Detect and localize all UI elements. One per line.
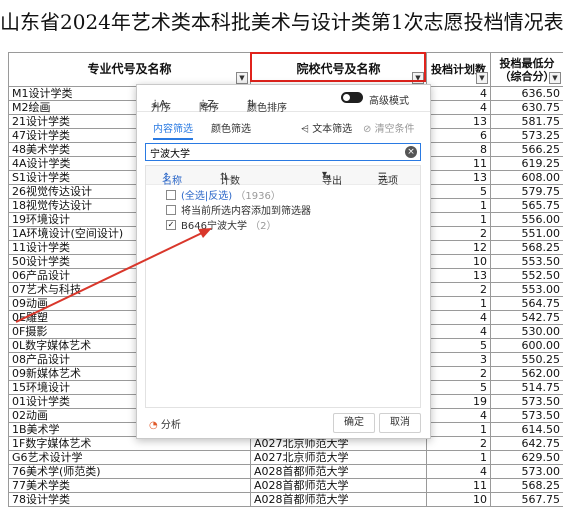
annotation-arrow — [0, 0, 563, 500]
